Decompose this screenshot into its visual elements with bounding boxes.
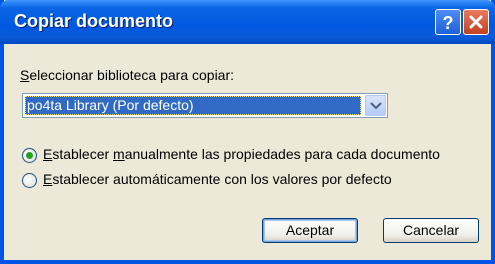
library-select[interactable]: po4ta Library (Por defecto) [22, 93, 388, 118]
radio-manual[interactable] [22, 148, 37, 163]
cancel-button[interactable]: Cancelar [383, 218, 479, 243]
radio-auto-mnemonic: E [43, 171, 53, 187]
title-bar[interactable]: Copiar documento ? [0, 0, 495, 44]
close-icon [469, 15, 483, 29]
library-select-dropdown-button[interactable] [365, 95, 386, 116]
library-label: Seleccionar biblioteca para copiar: [20, 67, 234, 83]
radio-auto-label[interactable]: Establecer automáticamente con los valor… [43, 171, 392, 187]
chevron-down-icon [370, 102, 382, 110]
radio-auto[interactable] [22, 173, 37, 188]
radio-manual-label[interactable]: Establecer manualmente las propiedades p… [43, 146, 440, 162]
radio-manual-text-before: stablecer [52, 146, 114, 162]
help-button[interactable]: ? [435, 9, 461, 35]
library-select-value: po4ta Library (Por defecto) [25, 96, 361, 115]
dialog-title: Copiar documento [14, 11, 174, 31]
svg-text:?: ? [443, 13, 454, 33]
radio-auto-text: stablecer automáticamente con los valore… [52, 171, 392, 187]
radio-manual-mnemonic: E [43, 146, 53, 162]
copy-document-dialog: Copiar documento ? Seleccionar bibliotec… [0, 0, 495, 264]
radio-manual-text-after: anualmente las propiedades para cada doc… [124, 146, 440, 162]
library-label-text: eleccionar biblioteca para copiar: [29, 67, 235, 83]
radio-selected-dot [26, 152, 33, 159]
help-icon: ? [443, 13, 454, 33]
radio-manual-underlined: m [113, 146, 125, 162]
close-button[interactable] [463, 9, 489, 35]
accept-button[interactable]: Aceptar [262, 218, 358, 243]
library-label-mnemonic: S [20, 67, 30, 83]
